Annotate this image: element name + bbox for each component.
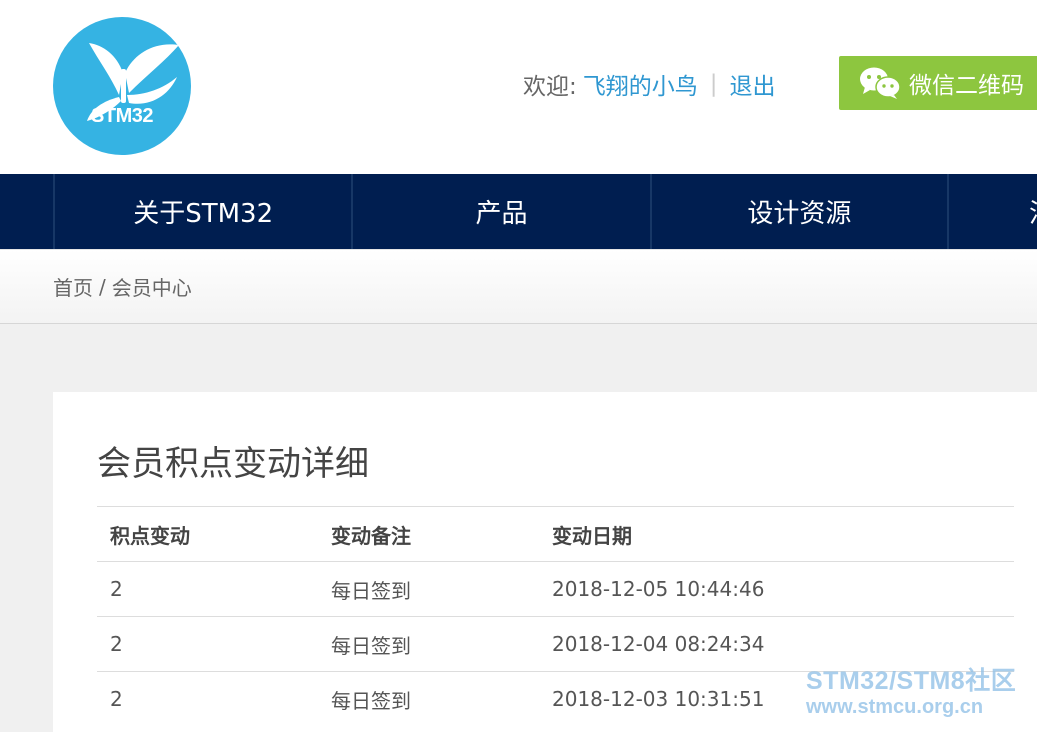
wechat-label: 微信二维码: [909, 73, 1024, 99]
nav-item-about[interactable]: 关于STM32: [53, 174, 351, 249]
watermark-line2: www.stmcu.org.cn: [806, 696, 984, 718]
cell-date: 2018-12-04 08:24:34: [539, 616, 1014, 672]
welcome-label: 欢迎:: [523, 74, 577, 100]
main-nav: 关于STM32 产品 设计资源 活: [0, 174, 1037, 249]
table-row: 2 每日签到 2018-12-05 10:44:46: [97, 561, 1014, 617]
table-row: 2 每日签到 2018-12-04 08:24:34: [97, 616, 1014, 672]
table-header-row: 积点变动 变动备注 变动日期: [97, 506, 1014, 562]
cell-note: 每日签到: [318, 616, 539, 672]
column-header-points: 积点变动: [97, 506, 318, 562]
breadcrumb-current: 会员中心: [111, 276, 192, 300]
breadcrumb-separator: /: [99, 274, 106, 299]
cell-points: 2: [97, 616, 318, 672]
site-header: STM32 欢迎: 飞翔的小鸟 | 退出 微信二维码: [0, 0, 1037, 174]
wechat-qrcode-button[interactable]: 微信二维码: [839, 56, 1037, 110]
nav-item-products[interactable]: 产品: [351, 174, 649, 249]
cell-points: 2: [97, 671, 318, 727]
breadcrumb-home[interactable]: 首页: [53, 272, 93, 301]
cell-note: 每日签到: [318, 561, 539, 617]
stm32-logo[interactable]: STM32: [53, 17, 191, 155]
user-bar: 欢迎: 飞翔的小鸟 | 退出: [523, 66, 776, 102]
breadcrumb: 首页 / 会员中心: [0, 249, 1037, 324]
page-title: 会员积点变动详细: [97, 444, 369, 484]
column-header-date: 变动日期: [539, 506, 1014, 562]
wechat-icon: [860, 67, 901, 99]
username-link[interactable]: 飞翔的小鸟: [583, 67, 698, 101]
butterfly-icon: [87, 43, 179, 121]
nav-item-design-resources[interactable]: 设计资源: [649, 174, 947, 249]
separator: |: [709, 71, 718, 97]
cell-points: 2: [97, 561, 318, 617]
column-header-note: 变动备注: [318, 506, 539, 562]
logo-text: STM32: [91, 105, 153, 127]
logout-link[interactable]: 退出: [730, 67, 776, 101]
cell-note: 每日签到: [318, 671, 539, 727]
watermark: STM32/STM8社区 www.stmcu.org.cn: [806, 667, 1016, 719]
cell-date: 2018-12-05 10:44:46: [539, 561, 1014, 617]
watermark-line1: STM32/STM8社区: [806, 667, 1017, 695]
nav-item-events[interactable]: 活: [946, 174, 1037, 249]
